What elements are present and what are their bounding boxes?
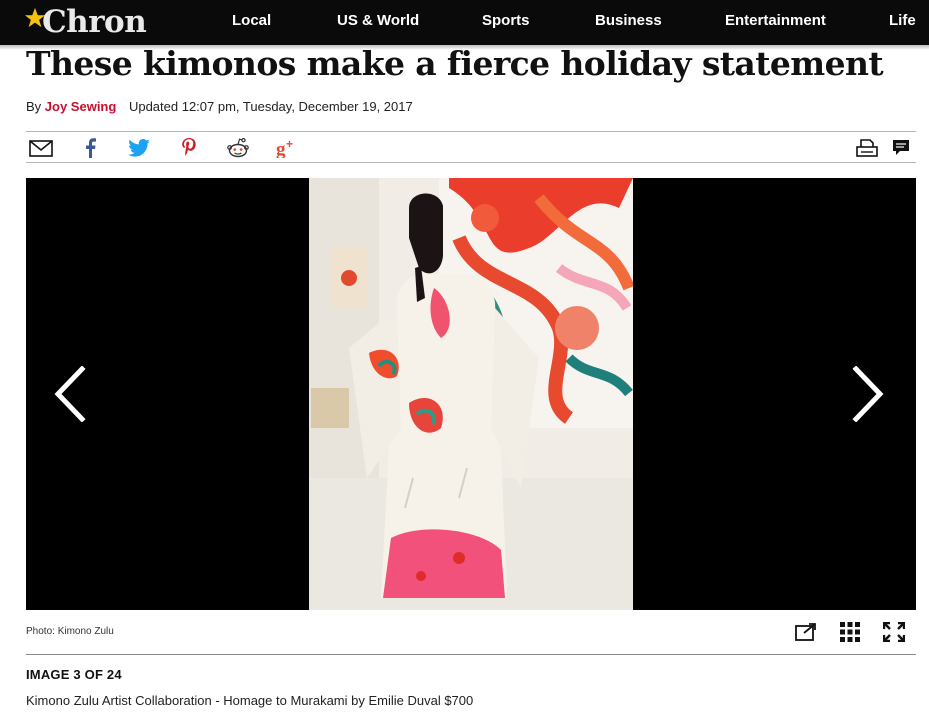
image-caption: Kimono Zulu Artist Collaboration - Homag… [26,693,474,708]
byline-prefix: By [26,99,42,114]
chevron-right-icon [852,365,884,423]
byline: By Joy Sewing Updated 12:07 pm, Tuesday,… [26,99,413,114]
chron-logo[interactable]: Chron [24,4,147,40]
twitter-icon[interactable] [126,137,152,159]
image-counter: IMAGE 3 OF 24 [26,667,122,682]
reddit-icon[interactable] [225,137,251,159]
kimono-photo-illustration [309,178,633,610]
svg-text:+: + [286,138,293,151]
pinterest-icon[interactable] [176,137,202,159]
comment-icon[interactable] [888,137,914,159]
svg-text:g: g [276,139,286,158]
nav-item-local[interactable]: Local [232,0,271,45]
nav-item-business[interactable]: Business [595,0,662,45]
email-icon[interactable] [28,137,54,159]
top-navigation-bar: Chron Local US & World Sports Business E… [0,0,929,45]
nav-item-sports[interactable]: Sports [482,0,530,45]
author-link[interactable]: Joy Sewing [45,99,117,114]
previous-image-arrow[interactable] [50,365,94,423]
updated-timestamp: Updated 12:07 pm, Tuesday, December 19, … [128,99,413,114]
open-new-window-icon[interactable] [793,620,819,644]
googleplus-icon[interactable]: g + [274,137,300,159]
print-icon[interactable] [854,137,880,159]
photo-gallery [26,178,916,610]
nav-item-entertainment[interactable]: Entertainment [725,0,826,45]
chevron-left-icon [54,365,86,423]
caption-divider [26,654,916,655]
nav-item-us-world[interactable]: US & World [337,0,419,45]
photo-credit: Photo: Kimono Zulu [26,626,114,637]
fullscreen-icon[interactable] [881,620,907,644]
gallery-photo-kimono[interactable] [309,178,633,610]
nav-item-life[interactable]: Life [889,0,916,45]
facebook-icon[interactable] [77,137,103,159]
logo-text: Chron [42,4,147,40]
next-image-arrow[interactable] [844,365,888,423]
article-headline: These kimonos make a fierce holiday stat… [26,44,884,83]
share-bar: g + [26,131,916,163]
grid-view-icon[interactable] [837,620,863,644]
